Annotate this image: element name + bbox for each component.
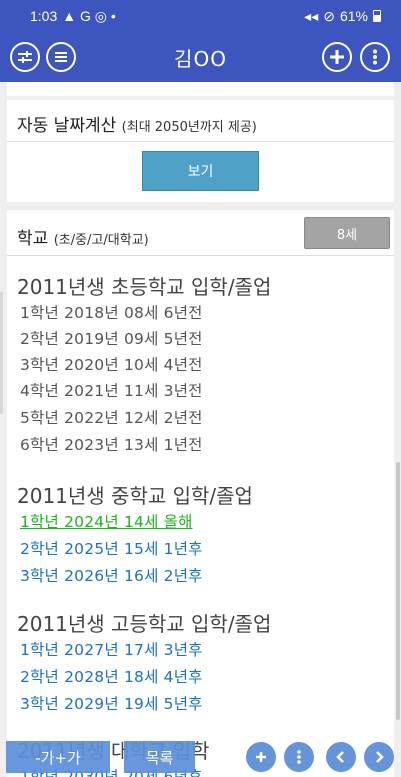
middle-year-3: 3학년 2026년 16세 2년후	[20, 567, 203, 585]
plus-icon	[256, 752, 266, 762]
high-year-1: 1학년 2027년 17세 3년후	[20, 641, 203, 659]
elementary-heading: 2011년생 초등학교 입학/졸업	[17, 275, 272, 299]
more-vert-icon	[373, 49, 377, 65]
float-add-button[interactable]	[246, 742, 276, 772]
app-bar: 김OO	[0, 32, 401, 82]
elementary-year-6: 6학년 2023년 13세 1년전	[20, 436, 203, 454]
elementary-year-1: 1학년 2018년 08세 6년전	[20, 304, 203, 322]
chevron-left-icon	[336, 751, 344, 763]
mute-icon: ◂◂	[304, 7, 319, 24]
more-vert-icon	[297, 750, 301, 764]
elementary-year-5: 5학년 2022년 12세 2년전	[20, 409, 203, 427]
status-time: 1:03	[30, 8, 58, 24]
chevron-right-icon	[376, 751, 384, 763]
plus-icon	[330, 50, 344, 64]
font-size-button[interactable]: -가+가	[6, 741, 110, 773]
float-more-button[interactable]	[284, 742, 314, 772]
dnd-icon: ⊘	[323, 7, 335, 24]
middle-heading: 2011년생 중학교 입학/졸업	[17, 484, 253, 508]
edge-handle	[0, 292, 3, 414]
view-button[interactable]: 보기	[142, 151, 259, 191]
middle-year-1[interactable]: 1학년 2024년 14세 올해	[20, 510, 193, 532]
next-button[interactable]	[364, 742, 394, 772]
high-year-2: 2학년 2028년 18세 4년후	[20, 668, 203, 686]
add-button[interactable]	[322, 42, 352, 72]
battery-icon	[373, 10, 381, 22]
elementary-year-2: 2학년 2019년 09세 5년전	[20, 330, 203, 348]
status-notification-icons: ▲ G ◎ •	[62, 7, 116, 24]
age-badge[interactable]: 8세	[304, 217, 390, 249]
school-title: 학교 (초/중/고/대학교)	[17, 229, 149, 249]
elementary-year-3: 3학년 2020년 10세 4년전	[20, 356, 203, 374]
battery-percent: 61%	[339, 8, 368, 24]
prev-button[interactable]	[326, 742, 356, 772]
list-button[interactable]: 목록	[124, 741, 195, 773]
elementary-year-4: 4학년 2021년 11세 3년전	[20, 382, 203, 400]
auto-date-title: 자동 날짜계산 (최대 2050년까지 제공)	[17, 116, 257, 136]
more-options-button[interactable]	[360, 42, 390, 72]
status-bar: 1:03 ▲ G ◎ • ◂◂ ⊘ 61%	[0, 0, 401, 32]
previous-card	[7, 82, 394, 96]
high-year-3: 3학년 2029년 19세 5년후	[20, 695, 203, 713]
scrollbar[interactable]	[396, 462, 400, 720]
auto-date-card: 자동 날짜계산 (최대 2050년까지 제공) 보기	[7, 100, 394, 202]
school-card: 학교 (초/중/고/대학교) 8세 2011년생 초등학교 입학/졸업 1학년 …	[7, 210, 394, 777]
high-heading: 2011년생 고등학교 입학/졸업	[17, 612, 272, 636]
middle-year-2: 2학년 2025년 15세 1년후	[20, 540, 203, 558]
